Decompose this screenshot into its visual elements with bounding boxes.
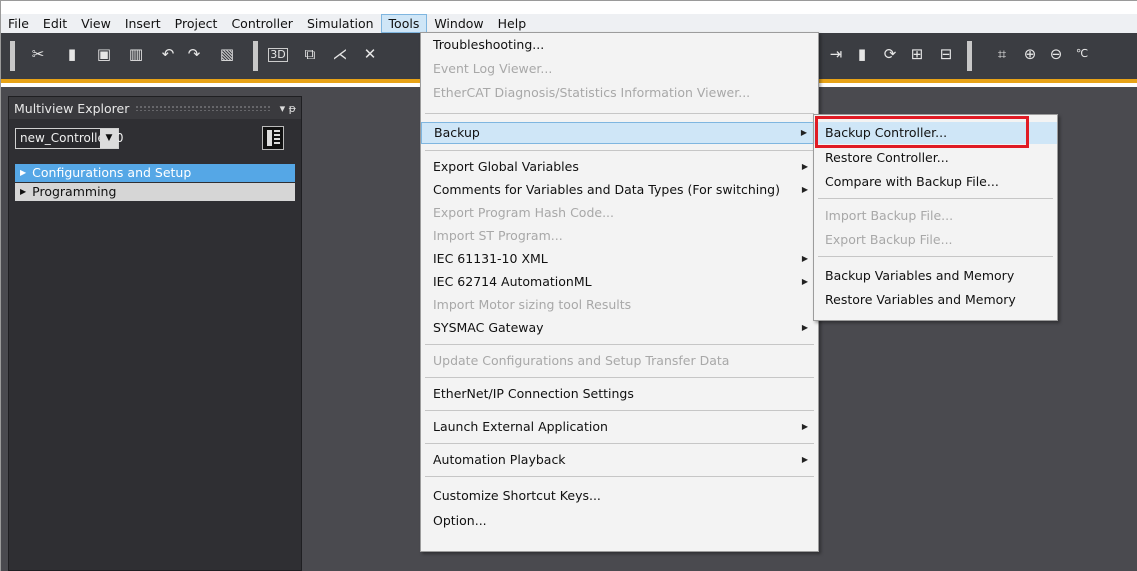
menu-separator — [425, 150, 814, 151]
network-icon[interactable]: ⊞ — [908, 45, 926, 63]
toolbar-separator — [253, 41, 258, 71]
menu-window[interactable]: Window — [427, 14, 490, 33]
fit-icon[interactable]: ⌗ — [993, 45, 1011, 63]
redo-icon[interactable]: ↷ — [185, 45, 203, 63]
menu-controller[interactable]: Controller — [224, 14, 300, 33]
menu-bar: File Edit View Insert Project Controller… — [1, 14, 1137, 33]
refresh-icon[interactable]: ⟳ — [881, 45, 899, 63]
submenu-arrow-icon: ▶ — [801, 323, 808, 332]
submenu-arrow-icon: ▶ — [801, 422, 808, 431]
menu-item-label: Launch External Application — [433, 419, 608, 434]
help-icon[interactable]: ▧ — [218, 45, 236, 63]
menu-item-label: Backup — [434, 125, 480, 140]
build-icon[interactable]: ⋌ — [331, 45, 349, 63]
submenu-arrow-icon: ▶ — [801, 254, 808, 263]
tree-item-label: Configurations and Setup — [32, 165, 192, 180]
menu-help[interactable]: Help — [491, 14, 534, 33]
menu-item-troubleshooting[interactable]: Troubleshooting... — [421, 34, 818, 56]
menu-item-event-log-viewer: Event Log Viewer... — [433, 61, 553, 76]
delete-icon[interactable]: ▥ — [127, 45, 145, 63]
menu-item-label: Automation Playback — [433, 452, 566, 467]
menu-item-export-global-variables[interactable]: Export Global Variables ▶ — [421, 156, 818, 178]
submenu-item-export-backup-file: Export Backup File... — [825, 232, 953, 247]
menu-item-import-st-program: Import ST Program... — [433, 228, 563, 243]
submenu-arrow-icon: ▶ — [801, 185, 808, 194]
menu-item-label: IEC 61131-10 XML — [433, 251, 548, 266]
menu-insert[interactable]: Insert — [118, 14, 168, 33]
pin-icon[interactable]: ▮ — [853, 45, 871, 63]
cut-icon[interactable]: ✂ — [29, 45, 47, 63]
explorer-title-bar: Multiview Explorer ▾ ᵽ — [9, 97, 301, 119]
menu-item-import-motor-sizing: Import Motor sizing tool Results — [433, 297, 632, 312]
menu-separator — [425, 344, 814, 345]
menu-item-ethernet-ip-settings[interactable]: EtherNet/IP Connection Settings — [421, 383, 818, 405]
menu-item-label: Export Global Variables — [433, 159, 579, 174]
tree-item-programming[interactable]: ▶ Programming — [15, 183, 295, 201]
step-icon[interactable]: ⇥ — [827, 45, 845, 63]
highlight-callout — [815, 116, 1029, 148]
tool-icon[interactable]: ✕ — [361, 45, 379, 63]
submenu-separator — [818, 256, 1053, 257]
menu-item-automation-playback[interactable]: Automation Playback ▶ — [421, 449, 818, 471]
menu-separator — [425, 113, 814, 114]
menu-item-iec-62714-automationml[interactable]: IEC 62714 AutomationML ▶ — [421, 271, 818, 293]
submenu-item-compare-backup-file[interactable]: Compare with Backup File... — [814, 171, 1057, 193]
menu-separator — [425, 476, 814, 477]
submenu-item-restore-controller[interactable]: Restore Controller... — [814, 147, 1057, 169]
submenu-arrow-icon: ▶ — [801, 455, 808, 464]
tree-item-configurations[interactable]: ▶ Configurations and Setup — [15, 164, 295, 182]
copy-icon[interactable]: ▮ — [63, 45, 81, 63]
menu-project[interactable]: Project — [168, 14, 225, 33]
chevron-down-icon[interactable]: ▼ — [100, 129, 118, 148]
menu-item-customize-shortcut-keys[interactable]: Customize Shortcut Keys... — [421, 485, 818, 507]
submenu-arrow-icon: ▶ — [800, 128, 807, 137]
multiview-explorer: Multiview Explorer ▾ ᵽ new_Controller_0 … — [8, 96, 302, 571]
menu-separator — [425, 443, 814, 444]
menu-item-sysmac-gateway[interactable]: SYSMAC Gateway ▶ — [421, 317, 818, 339]
expand-arrow-icon[interactable]: ▶ — [20, 164, 26, 182]
window-icon[interactable]: ⧉ — [301, 45, 319, 63]
menu-item-backup[interactable]: Backup ▶ — [421, 122, 818, 144]
hierarchy-icon[interactable]: ⊟ — [937, 45, 955, 63]
menu-view[interactable]: View — [74, 14, 118, 33]
menu-item-export-program-hash: Export Program Hash Code... — [433, 205, 614, 220]
menu-item-iec-61131-xml[interactable]: IEC 61131-10 XML ▶ — [421, 248, 818, 270]
menu-file[interactable]: File — [1, 14, 36, 33]
submenu-item-import-backup-file: Import Backup File... — [825, 208, 954, 223]
3d-icon[interactable]: 3D — [268, 48, 288, 62]
controller-device-icon[interactable] — [262, 126, 284, 150]
menu-item-update-configurations: Update Configurations and Setup Transfer… — [433, 353, 730, 368]
menu-simulation[interactable]: Simulation — [300, 14, 381, 33]
drag-grip[interactable] — [135, 105, 270, 111]
menu-edit[interactable]: Edit — [36, 14, 74, 33]
submenu-item-restore-variables[interactable]: Restore Variables and Memory — [814, 289, 1057, 311]
explorer-title: Multiview Explorer — [14, 100, 130, 116]
menu-tools[interactable]: Tools — [380, 14, 428, 33]
menu-item-launch-external-app[interactable]: Launch External Application ▶ — [421, 416, 818, 438]
submenu-arrow-icon: ▶ — [801, 277, 808, 286]
submenu-item-backup-variables[interactable]: Backup Variables and Memory — [814, 265, 1057, 287]
menu-separator — [425, 377, 814, 378]
submenu-arrow-icon: ▶ — [801, 162, 808, 171]
expand-arrow-icon[interactable]: ▶ — [20, 183, 26, 201]
zoom-in-icon[interactable]: ⊕ — [1021, 45, 1039, 63]
menu-item-label: Comments for Variables and Data Types (F… — [433, 182, 780, 197]
menu-item-ethercat-diagnosis: EtherCAT Diagnosis/Statistics Informatio… — [433, 85, 751, 100]
controller-select[interactable]: new_Controller_0 ▼ — [15, 128, 123, 149]
menu-separator — [425, 410, 814, 411]
submenu-separator — [818, 198, 1053, 199]
tree-item-label: Programming — [32, 184, 117, 199]
zoom-reset-icon[interactable]: ℃ — [1073, 45, 1091, 63]
toolbar-separator — [10, 41, 15, 71]
menu-item-label: SYSMAC Gateway — [433, 320, 544, 335]
toolbar-separator — [967, 41, 972, 71]
menu-item-option[interactable]: Option... — [421, 510, 818, 532]
tools-menu: Troubleshooting... Event Log Viewer... E… — [420, 32, 819, 552]
pin-icon[interactable]: ▾ ᵽ — [280, 102, 296, 115]
paste-icon[interactable]: ▣ — [95, 45, 113, 63]
zoom-out-icon[interactable]: ⊖ — [1047, 45, 1065, 63]
menu-item-label: IEC 62714 AutomationML — [433, 274, 592, 289]
menu-item-comments-switching[interactable]: Comments for Variables and Data Types (F… — [421, 179, 818, 201]
undo-icon[interactable]: ↶ — [159, 45, 177, 63]
